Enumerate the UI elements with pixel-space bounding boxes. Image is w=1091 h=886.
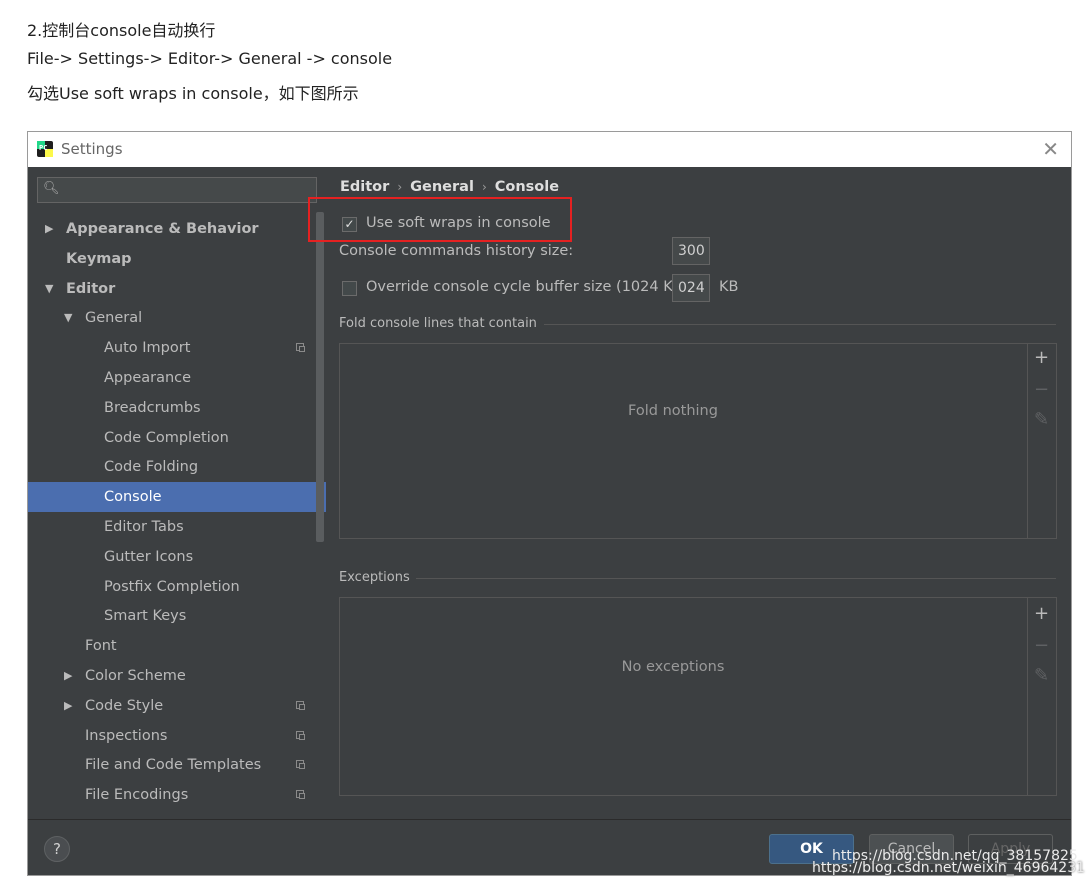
breadcrumb-separator: ›: [397, 180, 403, 194]
tree-item-label: Code Style: [85, 697, 164, 714]
project-settings-icon: [296, 790, 305, 800]
exceptions-empty-text: No exceptions: [621, 659, 725, 675]
title-bar: PC Settings ✕: [28, 132, 1071, 168]
tree-item-file-and-code-templates[interactable]: File and Code Templates: [28, 750, 326, 780]
fold-empty-text: Fold nothing: [628, 403, 718, 419]
tree-item-code-style[interactable]: ▶ Code Style: [28, 691, 326, 721]
search-icon: 🔍︎: [43, 181, 60, 196]
tree-item-gutter-icons[interactable]: Gutter Icons: [28, 542, 326, 572]
history-size-field[interactable]: 300: [672, 237, 710, 265]
add-icon[interactable]: +: [1034, 605, 1049, 623]
tree-item-smart-keys[interactable]: Smart Keys: [28, 601, 326, 631]
tree-item-label: Console: [104, 489, 162, 506]
settings-search[interactable]: 🔍︎: [37, 177, 317, 203]
collapsed-arrow-icon[interactable]: ▶: [45, 214, 53, 244]
tree-item-label: Editor: [66, 280, 116, 297]
tree-item-label: Font: [85, 638, 117, 655]
exceptions-list[interactable]: No exceptions + − ✎: [339, 597, 1057, 796]
collapsed-arrow-icon[interactable]: ▶: [64, 661, 72, 691]
tree-item-font[interactable]: Font: [28, 631, 326, 661]
cycle-buffer-checkbox[interactable]: [342, 281, 357, 296]
cycle-buffer-unit: KB: [719, 279, 739, 295]
tree-item-label: Keymap: [66, 250, 132, 267]
fold-toolbar: + − ✎: [1027, 344, 1056, 538]
edit-icon[interactable]: ✎: [1034, 411, 1049, 429]
tree-item-appearance[interactable]: Appearance: [28, 363, 326, 393]
soft-wrap-label[interactable]: Use soft wraps in console: [366, 215, 551, 231]
tree-item-color-scheme[interactable]: ▶ Color Scheme: [28, 661, 326, 691]
tree-item-auto-import[interactable]: Auto Import: [28, 333, 326, 363]
tree-item-postfix-completion[interactable]: Postfix Completion: [28, 572, 326, 602]
tree-item-code-completion[interactable]: Code Completion: [28, 423, 326, 453]
remove-icon[interactable]: −: [1034, 637, 1049, 655]
tree-item-label: Editor Tabs: [104, 519, 184, 535]
tree-item-label: Code Completion: [104, 429, 229, 446]
cycle-buffer-label[interactable]: Override console cycle buffer size (1024…: [366, 279, 688, 295]
tree-item-label: Appearance & Behavior: [66, 221, 259, 237]
watermark-outer: https://blog.csdn.net/weixin_46964231: [812, 860, 1086, 876]
tree-item-label: File Encodings: [85, 787, 189, 804]
tree-item-console[interactable]: Console: [28, 482, 326, 513]
tree-item-code-folding[interactable]: Code Folding: [28, 452, 326, 482]
settings-content: Editor › General › Console ✓ Use soft wraps …: [326, 167, 1071, 819]
tree-item-keymap[interactable]: Keymap: [28, 244, 326, 274]
expanded-arrow-icon[interactable]: ▼: [64, 303, 72, 333]
settings-window: PC Settings ✕ 🔍︎ ▶ Appearance & Behavior K…: [27, 131, 1072, 876]
project-settings-icon: [296, 730, 305, 740]
history-size-label: Console commands history size:: [339, 243, 574, 259]
project-settings-icon: [296, 343, 305, 353]
edit-icon[interactable]: ✎: [1034, 667, 1049, 685]
expanded-arrow-icon[interactable]: ▼: [45, 274, 53, 304]
fold-list[interactable]: Fold nothing + − ✎: [339, 343, 1057, 539]
soft-wrap-checkbox[interactable]: ✓: [342, 217, 357, 232]
exceptions-toolbar: + − ✎: [1027, 598, 1056, 795]
tree-item-inspections[interactable]: Inspections: [28, 721, 326, 751]
tree-item-file-encodings[interactable]: File Encodings: [28, 780, 326, 810]
pycharm-icon: PC: [37, 141, 53, 157]
article-line-2: File-> Settings-> Editor-> General -> co…: [27, 49, 393, 68]
tree-item-general[interactable]: ▼ General: [28, 303, 326, 333]
exceptions-divider: [416, 578, 1056, 579]
tree-item-label: Inspections: [85, 727, 168, 744]
project-settings-icon: [296, 700, 305, 710]
exceptions-section-title: Exceptions: [339, 570, 410, 585]
sidebar-scrollbar[interactable]: [316, 212, 324, 542]
project-settings-icon: [296, 760, 305, 770]
tree-item-label: Breadcrumbs: [104, 399, 201, 416]
window-title: Settings: [61, 140, 123, 158]
breadcrumb-general[interactable]: General: [410, 179, 474, 195]
tree-item-label: Postfix Completion: [104, 578, 240, 595]
tree-item-label: Gutter Icons: [104, 548, 194, 565]
tree-item-editor[interactable]: ▼ Editor: [28, 274, 326, 304]
tree-item-label: General: [85, 310, 143, 327]
tree-item-label: Code Folding: [104, 459, 199, 476]
collapsed-arrow-icon[interactable]: ▶: [64, 691, 72, 721]
fold-divider: [544, 324, 1056, 325]
breadcrumb-editor[interactable]: Editor: [340, 179, 389, 195]
add-icon[interactable]: +: [1034, 349, 1049, 367]
tree-item-label: File and Code Templates: [85, 757, 262, 774]
search-input[interactable]: [62, 180, 316, 202]
article-line-3: 勾选Use soft wraps in console，如下图所示: [27, 84, 359, 103]
tree-item-breadcrumbs[interactable]: Breadcrumbs: [28, 393, 326, 423]
fold-section-title: Fold console lines that contain: [339, 316, 537, 331]
tree-item-editor-tabs[interactable]: Editor Tabs: [28, 512, 326, 542]
breadcrumb-separator: ›: [481, 180, 487, 194]
help-button[interactable]: ?: [44, 836, 70, 862]
article-line-1: 2.控制台console自动换行: [27, 21, 216, 40]
tree-item-label: Appearance: [104, 370, 192, 386]
cycle-buffer-field[interactable]: 024: [672, 274, 710, 302]
breadcrumb: Editor › General › Console: [340, 179, 559, 195]
tree-item-label: Color Scheme: [85, 668, 186, 684]
breadcrumb-console: Console: [494, 179, 560, 195]
tree-item-appearance-behavior[interactable]: ▶ Appearance & Behavior: [28, 214, 326, 244]
close-icon[interactable]: ✕: [1042, 137, 1059, 161]
tree-item-label: Auto Import: [104, 340, 191, 357]
settings-sidebar: 🔍︎ ▶ Appearance & Behavior Keymap ▼ Editor ▼ G…: [28, 167, 326, 819]
tree-item-label: Smart Keys: [104, 608, 187, 625]
remove-icon[interactable]: −: [1034, 381, 1049, 399]
